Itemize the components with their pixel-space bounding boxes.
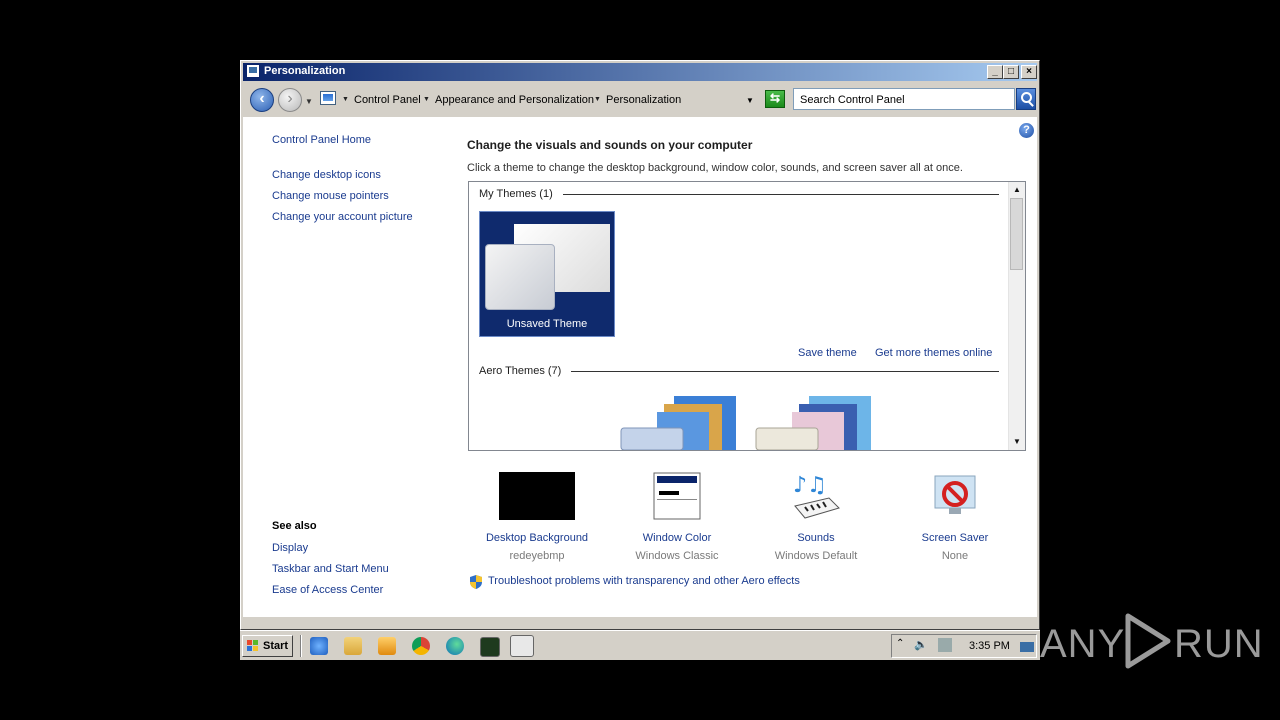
network-icon[interactable]: [938, 638, 952, 652]
media-player-icon[interactable]: [378, 637, 396, 655]
search-input[interactable]: Search Control Panel: [793, 88, 1015, 110]
desktop-background-value: redeyebmp: [509, 550, 565, 562]
change-account-picture-link[interactable]: Change your account picture: [272, 211, 413, 223]
search-placeholder: Search Control Panel: [800, 94, 905, 106]
content-area: Control Panel Home Change desktop icons …: [243, 117, 1037, 617]
control-panel-home-link[interactable]: Control Panel Home: [272, 134, 371, 146]
minimize-button[interactable]: _: [987, 65, 1003, 79]
chevron-down-icon[interactable]: ▼: [423, 96, 430, 103]
navigation-bar: ‹ › ▼ ▼ Control Panel ▼ Appearance and P…: [243, 82, 1037, 116]
personalization-task-button[interactable]: [510, 635, 534, 657]
back-button[interactable]: ‹: [250, 88, 274, 112]
sounds-value: Windows Default: [774, 550, 858, 562]
save-theme-link[interactable]: Save theme: [798, 347, 857, 359]
scroll-up-icon[interactable]: ▲: [1009, 182, 1025, 198]
play-logo-icon: [1125, 613, 1171, 669]
aero-themes-group-label: Aero Themes (7): [479, 365, 562, 377]
window-title: Personalization: [264, 65, 346, 77]
change-mouse-pointers-link[interactable]: Change mouse pointers: [272, 190, 389, 202]
screen-saver-value: None: [941, 550, 969, 562]
internet-explorer-icon[interactable]: [310, 637, 328, 655]
address-bar[interactable]: ▼ Control Panel ▼ Appearance and Persona…: [316, 88, 762, 110]
search-icon[interactable]: [1016, 88, 1036, 110]
control-panel-icon: [320, 91, 336, 105]
breadcrumb-personalization[interactable]: Personalization: [606, 94, 681, 106]
scroll-down-icon[interactable]: ▼: [1009, 434, 1025, 450]
volume-icon[interactable]: 🔈: [914, 638, 928, 651]
start-label: Start: [263, 640, 289, 652]
left-pane: Control Panel Home Change desktop icons …: [243, 117, 453, 617]
clock[interactable]: 3:35 PM: [969, 640, 1010, 652]
watermark-text-right: RUN: [1174, 622, 1264, 666]
address-dropdown-icon[interactable]: ▼: [746, 96, 754, 105]
theme-list: My Themes (1) Unsaved Theme Save theme G…: [468, 181, 1026, 451]
taskbar-separator: [300, 635, 302, 657]
see-also-heading: See also: [272, 520, 317, 532]
edge-icon[interactable]: [446, 637, 464, 655]
window-color-value: Windows Classic: [635, 550, 719, 562]
desktop-background-icon: [499, 472, 575, 520]
unsaved-theme-tile[interactable]: Unsaved Theme: [479, 211, 615, 337]
file-explorer-icon[interactable]: [344, 637, 362, 655]
theme-preview-window: [485, 244, 555, 310]
troubleshoot-aero-link[interactable]: Troubleshoot problems with transparency …: [488, 575, 800, 587]
aero-theme-characters[interactable]: [754, 394, 879, 450]
help-icon[interactable]: ?: [1019, 123, 1034, 138]
window-color-icon: [653, 472, 701, 520]
screen-saver-label[interactable]: Screen Saver: [885, 532, 1025, 544]
sounds-icon: ♪♫: [793, 473, 840, 519]
desktop-background-label[interactable]: Desktop Background: [467, 532, 607, 544]
refresh-icon[interactable]: ⇆: [765, 90, 785, 108]
breadcrumb-appearance[interactable]: Appearance and Personalization: [435, 94, 594, 106]
show-hidden-icons-icon[interactable]: ⌃: [896, 638, 904, 649]
taskbar-start-menu-link[interactable]: Taskbar and Start Menu: [272, 563, 389, 575]
svg-text:♪♫: ♪♫: [793, 473, 827, 498]
chrome-icon[interactable]: [412, 637, 430, 655]
theme-list-scrollbar[interactable]: ▲ ▼: [1008, 182, 1025, 450]
chevron-down-icon[interactable]: ▼: [594, 96, 601, 103]
aero-theme-windows-7[interactable]: [619, 394, 744, 450]
show-desktop-icon[interactable]: [1020, 642, 1034, 652]
screen-saver-icon: [934, 475, 976, 514]
chevron-down-icon[interactable]: ▼: [342, 96, 349, 103]
close-button[interactable]: ×: [1021, 65, 1037, 79]
desktop: Personalization _ □ × ‹ › ▼ ▼ Control Pa…: [240, 60, 1040, 660]
unsaved-theme-label: Unsaved Theme: [506, 318, 588, 330]
display-link[interactable]: Display: [272, 542, 308, 554]
change-desktop-icons-link[interactable]: Change desktop icons: [272, 169, 381, 181]
watermark-text-left: ANY: [1040, 622, 1126, 666]
window-color-label[interactable]: Window Color: [607, 532, 747, 544]
page-title: Change the visuals and sounds on your co…: [467, 138, 753, 152]
start-button[interactable]: Start: [242, 635, 293, 657]
my-themes-group-label: My Themes (1): [479, 188, 553, 200]
page-subtitle: Click a theme to change the desktop back…: [467, 162, 963, 174]
maximize-button[interactable]: □: [1003, 65, 1019, 79]
anyrun-watermark: ANY RUN: [1040, 608, 1263, 674]
group-divider: [571, 371, 999, 372]
scrollbar-thumb[interactable]: [1010, 198, 1023, 270]
title-bar[interactable]: Personalization _ □ ×: [243, 63, 1037, 81]
forward-button[interactable]: ›: [278, 88, 302, 112]
shield-icon: [470, 575, 482, 589]
get-more-themes-link[interactable]: Get more themes online: [875, 347, 992, 359]
taskbar: Start ⌃ 🔈 3:35 PM: [240, 630, 1040, 660]
breadcrumb-control-panel[interactable]: Control Panel: [354, 94, 421, 106]
sounds-label[interactable]: Sounds: [746, 532, 886, 544]
group-divider: [563, 194, 999, 195]
ease-of-access-link[interactable]: Ease of Access Center: [272, 584, 383, 596]
personalization-window: Personalization _ □ × ‹ › ▼ ▼ Control Pa…: [240, 60, 1040, 630]
control-panel-icon: [246, 64, 260, 78]
windows-logo-icon: [247, 640, 258, 651]
command-prompt-icon[interactable]: [480, 637, 500, 657]
system-tray: ⌃ 🔈 3:35 PM: [891, 634, 1037, 658]
recent-pages-dropdown-icon[interactable]: ▼: [305, 97, 313, 106]
